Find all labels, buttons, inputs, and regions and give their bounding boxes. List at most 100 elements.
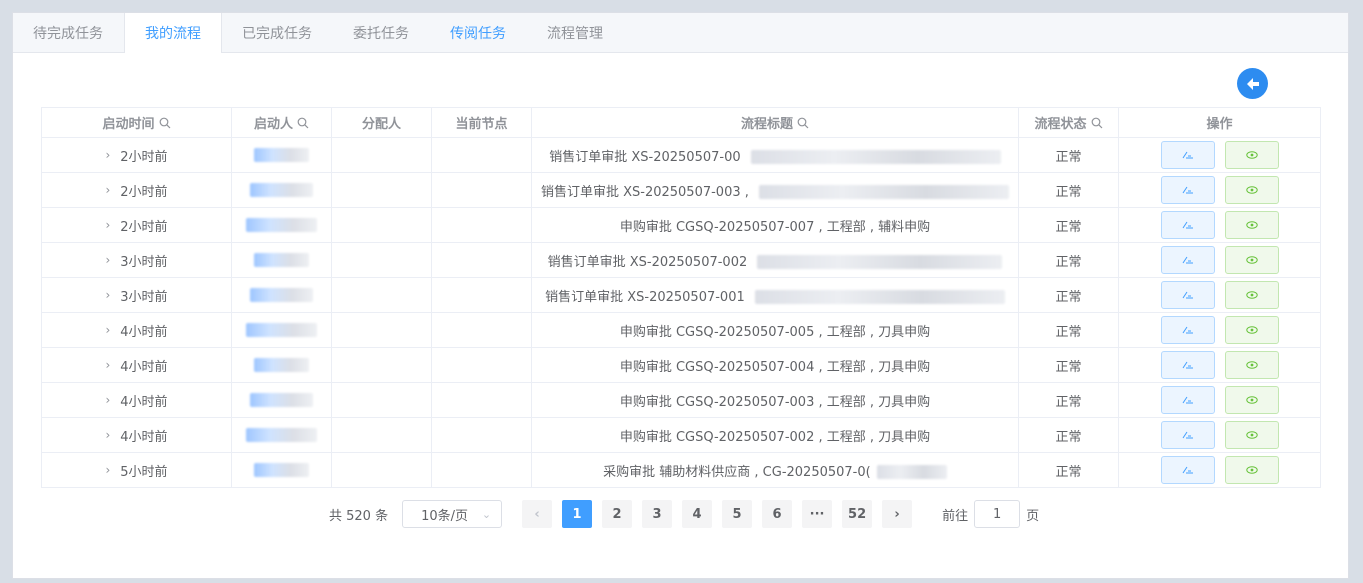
title-cell: 销售订单审批 XS-20250507-001 <box>531 277 1019 313</box>
process-button[interactable] <box>1160 456 1215 484</box>
more-pages-button[interactable]: ··· <box>802 500 833 528</box>
chevron-right-icon[interactable]: › <box>105 253 110 267</box>
view-button[interactable] <box>1224 211 1279 239</box>
col-starter[interactable]: 启动人 <box>231 107 332 138</box>
redacted-name <box>250 393 313 407</box>
process-button[interactable] <box>1160 421 1215 449</box>
actions-cell <box>1118 382 1321 418</box>
col-status[interactable]: 流程状态 <box>1018 107 1119 138</box>
view-button[interactable] <box>1224 246 1279 274</box>
edit-icon <box>1182 151 1193 159</box>
chevron-right-icon[interactable]: › <box>105 428 110 442</box>
current-node-cell <box>431 172 532 208</box>
page-button[interactable]: 2 <box>602 500 633 528</box>
start-time-cell: › 5小时前 <box>41 452 232 488</box>
process-button[interactable] <box>1160 141 1215 169</box>
page-size-select[interactable]: 10条/页 ⌄ <box>402 500 503 528</box>
view-button[interactable] <box>1224 141 1279 169</box>
table-row: › 2小时前 销售订单审批 XS-20250507-00 正常 <box>41 137 1321 173</box>
starter-cell <box>231 172 332 208</box>
starter-cell <box>231 347 332 383</box>
chevron-right-icon[interactable]: › <box>105 323 110 337</box>
tab-delegated-tasks[interactable]: 委托任务 <box>333 13 430 52</box>
current-node-cell <box>431 382 532 418</box>
chevron-right-icon[interactable]: › <box>105 463 110 477</box>
back-button[interactable] <box>1237 68 1268 99</box>
assignee-cell <box>331 382 432 418</box>
next-page-button[interactable]: › <box>882 500 913 528</box>
view-button[interactable] <box>1224 351 1279 379</box>
search-icon[interactable] <box>297 117 309 129</box>
search-icon[interactable] <box>1091 117 1103 129</box>
page-button[interactable]: 52 <box>842 500 873 528</box>
redacted-text <box>750 150 1001 164</box>
actions-cell <box>1118 417 1321 453</box>
redacted-name <box>254 253 309 267</box>
table-row: › 4小时前 申购审批 CGSQ-20250507-003 , 工程部 , 刀具申购… <box>41 382 1321 418</box>
current-node-cell <box>431 417 532 453</box>
tab-process-management[interactable]: 流程管理 <box>527 13 624 52</box>
title-cell: 销售订单审批 XS-20250507-002 <box>531 242 1019 278</box>
assignee-cell <box>331 347 432 383</box>
process-button[interactable] <box>1160 316 1215 344</box>
search-icon[interactable] <box>797 117 809 129</box>
chevron-right-icon[interactable]: › <box>105 148 110 162</box>
process-button[interactable] <box>1160 386 1215 414</box>
view-button[interactable] <box>1224 176 1279 204</box>
eye-icon <box>1245 186 1258 194</box>
view-button[interactable] <box>1224 456 1279 484</box>
page-button[interactable]: 1 <box>562 500 593 528</box>
chevron-right-icon[interactable]: › <box>105 218 110 232</box>
current-node-cell <box>431 277 532 313</box>
redacted-name <box>254 148 309 162</box>
tab-my-processes[interactable]: 我的流程 <box>124 13 222 53</box>
view-button[interactable] <box>1224 316 1279 344</box>
eye-icon <box>1245 221 1258 229</box>
goto-page-input[interactable] <box>974 500 1021 528</box>
start-time-cell: › 4小时前 <box>41 417 232 453</box>
arrow-left-icon <box>1246 77 1259 90</box>
page-button[interactable]: 5 <box>722 500 753 528</box>
col-start-time[interactable]: 启动时间 <box>41 107 232 138</box>
process-button[interactable] <box>1160 246 1215 274</box>
chevron-right-icon[interactable]: › <box>105 393 110 407</box>
tab-pending-tasks[interactable]: 待完成任务 <box>13 13 124 52</box>
starter-cell <box>231 382 332 418</box>
process-button[interactable] <box>1160 351 1215 379</box>
start-time-cell: › 4小时前 <box>41 382 232 418</box>
starter-cell <box>231 312 332 348</box>
process-button[interactable] <box>1160 281 1215 309</box>
title-cell: 销售订单审批 XS-20250507-003 , <box>531 172 1019 208</box>
assignee-cell <box>331 137 432 173</box>
title-cell: 申购审批 CGSQ-20250507-003 , 工程部 , 刀具申购 <box>531 382 1019 418</box>
redacted-name <box>246 323 317 337</box>
chevron-right-icon[interactable]: › <box>105 183 110 197</box>
col-title[interactable]: 流程标题 <box>531 107 1019 138</box>
process-button[interactable] <box>1160 176 1215 204</box>
chevron-right-icon[interactable]: › <box>105 288 110 302</box>
table-row: › 4小时前 申购审批 CGSQ-20250507-002 , 工程部 , 刀具申购… <box>41 417 1321 453</box>
actions-cell <box>1118 242 1321 278</box>
tab-completed-tasks[interactable]: 已完成任务 <box>222 13 333 52</box>
title-cell: 销售订单审批 XS-20250507-00 <box>531 137 1019 173</box>
current-node-cell <box>431 312 532 348</box>
view-button[interactable] <box>1224 386 1279 414</box>
page-button[interactable]: 4 <box>682 500 713 528</box>
start-time-cell: › 4小时前 <box>41 312 232 348</box>
prev-page-button[interactable]: ‹ <box>522 500 553 528</box>
table-row: › 3小时前 销售订单审批 XS-20250507-002 正常 <box>41 242 1321 278</box>
page-button[interactable]: 3 <box>642 500 673 528</box>
start-time-cell: › 2小时前 <box>41 137 232 173</box>
chevron-right-icon: › <box>894 506 900 522</box>
chevron-right-icon[interactable]: › <box>105 358 110 372</box>
current-node-cell <box>431 137 532 173</box>
assignee-cell <box>331 452 432 488</box>
starter-cell <box>231 137 332 173</box>
page-button[interactable]: 6 <box>762 500 793 528</box>
view-button[interactable] <box>1224 421 1279 449</box>
tab-circulated-tasks[interactable]: 传阅任务 <box>430 13 527 52</box>
status-cell: 正常 <box>1018 312 1119 348</box>
view-button[interactable] <box>1224 281 1279 309</box>
process-button[interactable] <box>1160 211 1215 239</box>
search-icon[interactable] <box>159 117 171 129</box>
